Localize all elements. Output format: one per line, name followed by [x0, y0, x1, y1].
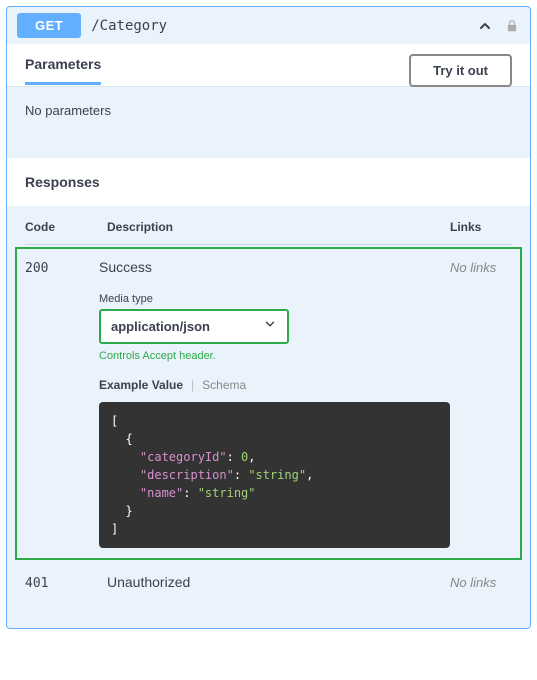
operation-header[interactable]: GET /Category	[7, 7, 530, 44]
http-method-badge: GET	[17, 13, 81, 38]
parameters-section: Parameters Try it out No parameters	[7, 44, 530, 158]
status-description: Success	[99, 259, 450, 275]
status-code: 200	[25, 261, 48, 276]
status-code: 401	[25, 576, 48, 591]
endpoint-path: /Category	[91, 18, 167, 34]
parameters-title: Parameters	[25, 56, 101, 85]
lock-icon[interactable]	[504, 18, 520, 34]
response-row-200: 200 Success Media type application/json …	[15, 247, 522, 560]
links-value: No links	[450, 260, 496, 275]
col-header-description: Description	[107, 220, 450, 234]
media-type-label: Media type	[99, 293, 450, 305]
api-operation-panel: GET /Category Parameters Try it out No p…	[6, 6, 531, 629]
status-description: Unauthorized	[107, 574, 450, 590]
try-it-out-button[interactable]: Try it out	[409, 54, 512, 87]
tab-schema[interactable]: Schema	[202, 378, 246, 392]
parameters-empty-text: No parameters	[7, 86, 530, 158]
col-header-links: Links	[450, 220, 512, 234]
chevron-down-icon	[263, 317, 277, 336]
links-value: No links	[450, 575, 496, 590]
media-type-hint: Controls Accept header.	[99, 350, 450, 362]
example-code-block[interactable]: [ { "categoryId": 0, "description": "str…	[99, 402, 450, 548]
col-header-code: Code	[25, 220, 107, 234]
tab-divider: |	[191, 378, 194, 392]
chevron-up-icon[interactable]	[476, 17, 494, 35]
responses-table-header: Code Description Links	[25, 220, 512, 245]
media-type-value: application/json	[111, 319, 263, 334]
responses-title: Responses	[7, 158, 530, 206]
media-type-select[interactable]: application/json	[99, 309, 289, 344]
tab-example-value[interactable]: Example Value	[99, 378, 183, 392]
response-row-401: 401 Unauthorized No links	[25, 562, 512, 608]
example-schema-tabs: Example Value | Schema	[99, 378, 450, 392]
responses-body: Code Description Links 200 Success Media…	[7, 206, 530, 628]
